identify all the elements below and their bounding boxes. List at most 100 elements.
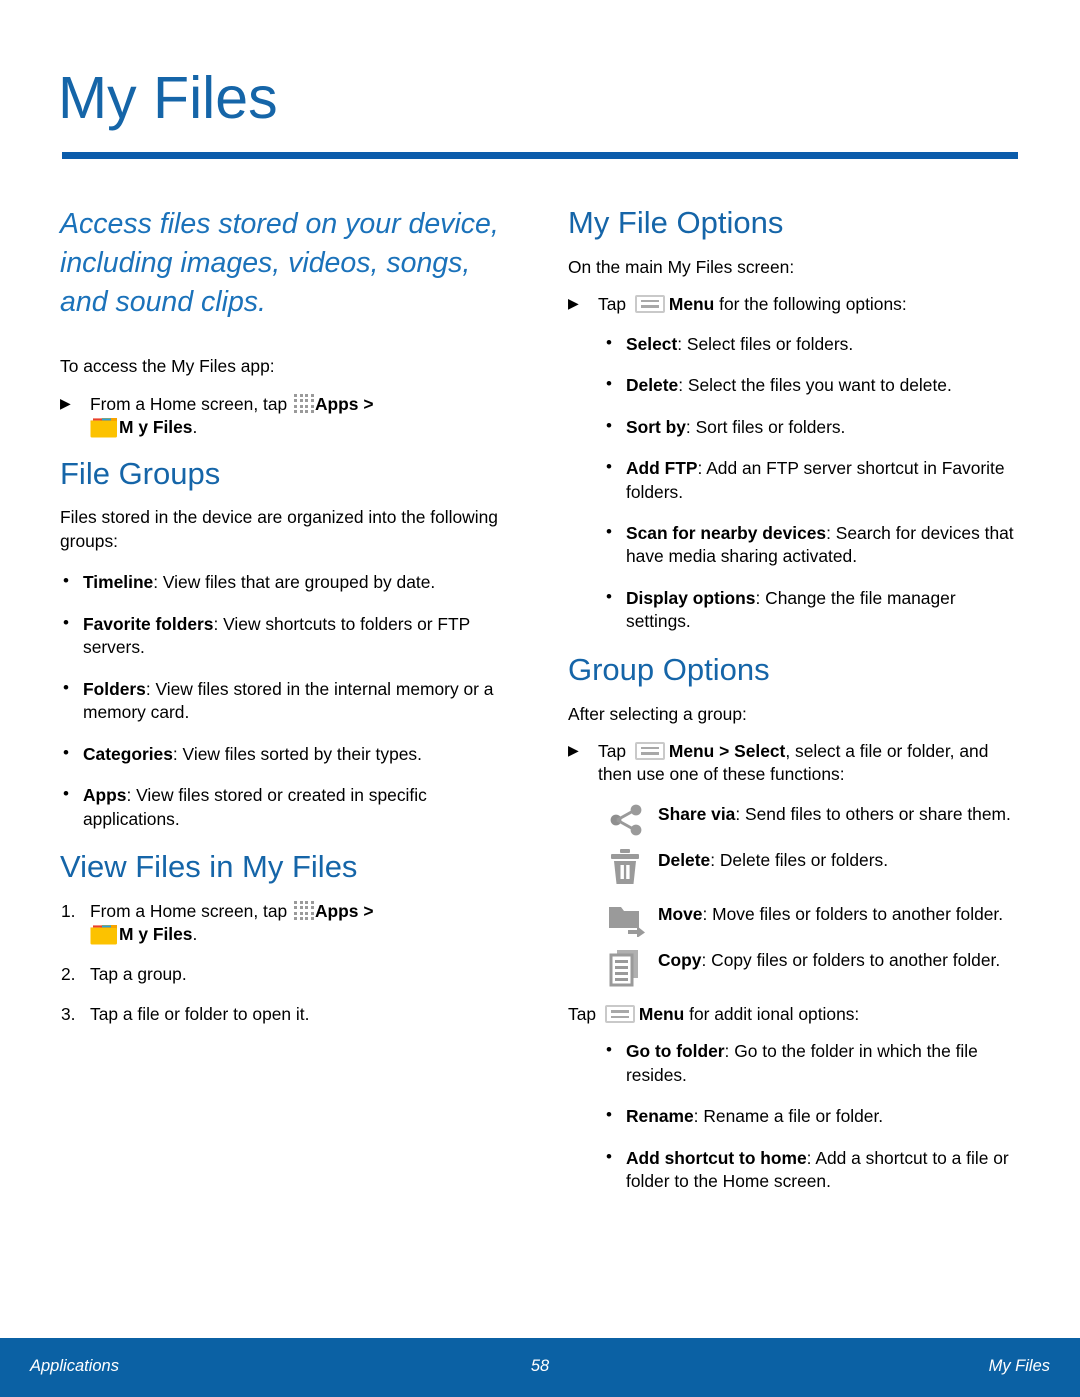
tap-text: Tap [568, 1004, 601, 1025]
bullet-term: Select [626, 333, 678, 354]
function-desc: : Move files or folders to another folde… [702, 904, 1004, 925]
menu-arrow: > [714, 740, 735, 761]
menu-label: Menu [668, 740, 715, 761]
function-desc: : Delete files or folders. [710, 850, 889, 871]
function-term: Copy [658, 950, 702, 971]
list-item: Go to folder: Go to the folder in which … [603, 1039, 1020, 1087]
bullet-desc: : View files that are grouped by date. [153, 572, 436, 593]
list-item: Categories: View files sorted by their t… [60, 742, 512, 766]
bullet-desc: : Rename a file or folder. [693, 1106, 884, 1127]
share-svg [610, 804, 642, 836]
bullet-term: Go to folder [626, 1041, 725, 1062]
access-intro: To access the My Files app: [60, 356, 275, 377]
view-files-step-3: 3. Tap a file or folder to open it. [60, 1003, 512, 1027]
menu-icon-line [610, 1015, 629, 1019]
folder-svg [90, 925, 117, 945]
left-column: Access files stored on your device, incl… [60, 205, 512, 1042]
title-divider [62, 152, 1018, 159]
footer-page-number: 58 [530, 1357, 550, 1375]
arrow-bullet-icon: ▶ [568, 741, 579, 758]
menu-label: Menu [668, 293, 715, 314]
move-folder-svg [609, 907, 645, 939]
list-item: Sort by: Sort files or folders. [603, 415, 1020, 439]
select-label: Select [734, 740, 786, 761]
bullet-desc: : Select the files you want to delete. [678, 375, 952, 396]
my-files-folder-icon [90, 417, 118, 438]
menu-icon-line [640, 752, 659, 755]
function-copy: Copy: Copy files or folders to another f… [568, 949, 1020, 989]
tap-text-after: for the following options: [714, 293, 907, 314]
folder-svg [90, 418, 117, 438]
menu-label: Menu [638, 1004, 685, 1025]
menu-icon-frame [634, 741, 665, 760]
bullet-term: Timeline [83, 572, 154, 593]
page-title: My Files [58, 65, 278, 131]
trash-svg [611, 849, 639, 885]
additional-options-tap: Tap Menu for addit ional options: [568, 1003, 1020, 1026]
step-number: 3. [61, 1003, 76, 1024]
bullet-term: Sort by [626, 416, 686, 437]
tap-text-after: for addit ional options: [684, 1004, 860, 1025]
arrow-bullet-icon: ▶ [568, 294, 579, 311]
move-folder-icon [608, 903, 648, 941]
list-item: Rename: Rename a file or folder. [603, 1104, 1020, 1128]
view-files-step-2: 2. Tap a group. [60, 963, 512, 987]
list-item: Select: Select files or folders. [603, 332, 1020, 356]
step-period: . [192, 417, 198, 438]
file-groups-intro: Files stored in the device are organized… [60, 507, 498, 551]
footer-chapter-label: My Files [988, 1357, 1050, 1375]
step-text: Tap a group. [90, 963, 187, 984]
my-files-folder-icon [90, 924, 118, 945]
list-item: Add FTP: Add an FTP server shortcut in F… [603, 456, 1020, 504]
menu-icon-line [640, 746, 659, 750]
function-share-via: Share via: Send files to others or share… [568, 803, 1020, 843]
share-icon [608, 803, 648, 841]
access-step: ▶ From a Home screen, tap Apps > M y Fil… [60, 393, 512, 440]
function-term: Move [658, 904, 703, 925]
bullet-term: Scan for nearby devices [626, 522, 827, 543]
bullet-desc: : View files stored or created in specif… [83, 785, 427, 829]
list-item: Delete: Select the files you want to del… [603, 373, 1020, 397]
function-term: Delete [658, 850, 711, 871]
trash-icon [608, 849, 648, 887]
heading-file-groups: File Groups [60, 455, 221, 491]
function-move: Move: Move files or folders to another f… [568, 903, 1020, 943]
list-item: Folders: View files stored in the intern… [60, 677, 512, 725]
my-file-options-intro: On the main My Files screen: [568, 256, 795, 277]
menu-icon-line [610, 1010, 629, 1013]
heading-my-file-options: My File Options [568, 205, 784, 240]
group-options-intro: After selecting a group: [568, 703, 747, 724]
bullet-desc: : Select files or folders. [677, 333, 854, 354]
page-footer: Applications 58 My Files [0, 1338, 1080, 1397]
list-item: Apps: View files stored or created in sp… [60, 783, 512, 831]
bullet-term: Add shortcut to home [626, 1147, 807, 1168]
step-separator: > [358, 900, 374, 921]
heading-group-options: Group Options [568, 651, 770, 687]
apps-label: Apps [315, 393, 359, 414]
right-column: My File Options On the main My Files scr… [568, 205, 1020, 1212]
step-text: Tap a file or folder to open it. [90, 1003, 310, 1024]
function-desc: : Send files to others or share them. [735, 804, 1011, 825]
heading-view-files: View Files in My Files [60, 848, 358, 884]
step-separator: > [358, 393, 374, 414]
function-term: Share via [658, 804, 736, 825]
bullet-term: Categories [83, 743, 173, 764]
menu-icon [634, 294, 665, 313]
step-text-before: From a Home screen, tap [90, 393, 292, 414]
bullet-term: Favorite folders [83, 613, 214, 634]
bullet-term: Display options [626, 587, 756, 608]
step-number: 1. [61, 900, 76, 921]
step-period: . [192, 924, 198, 945]
function-delete: Delete: Delete files or folders. [568, 849, 1020, 889]
list-item: Display options: Change the file manager… [603, 586, 1020, 634]
tap-text: Tap [598, 740, 631, 761]
menu-icon [604, 1005, 635, 1024]
step-text-before: From a Home screen, tap [90, 900, 292, 921]
copy-icon [608, 949, 648, 987]
list-item: Scan for nearby devices: Search for devi… [603, 521, 1020, 569]
bullet-term: Delete [626, 375, 679, 396]
apps-grid-icon [294, 393, 314, 414]
my-files-label: M y Files [119, 417, 193, 438]
page-lede: Access files stored on your device, incl… [60, 208, 499, 318]
list-item: Timeline: View files that are grouped by… [60, 570, 512, 594]
